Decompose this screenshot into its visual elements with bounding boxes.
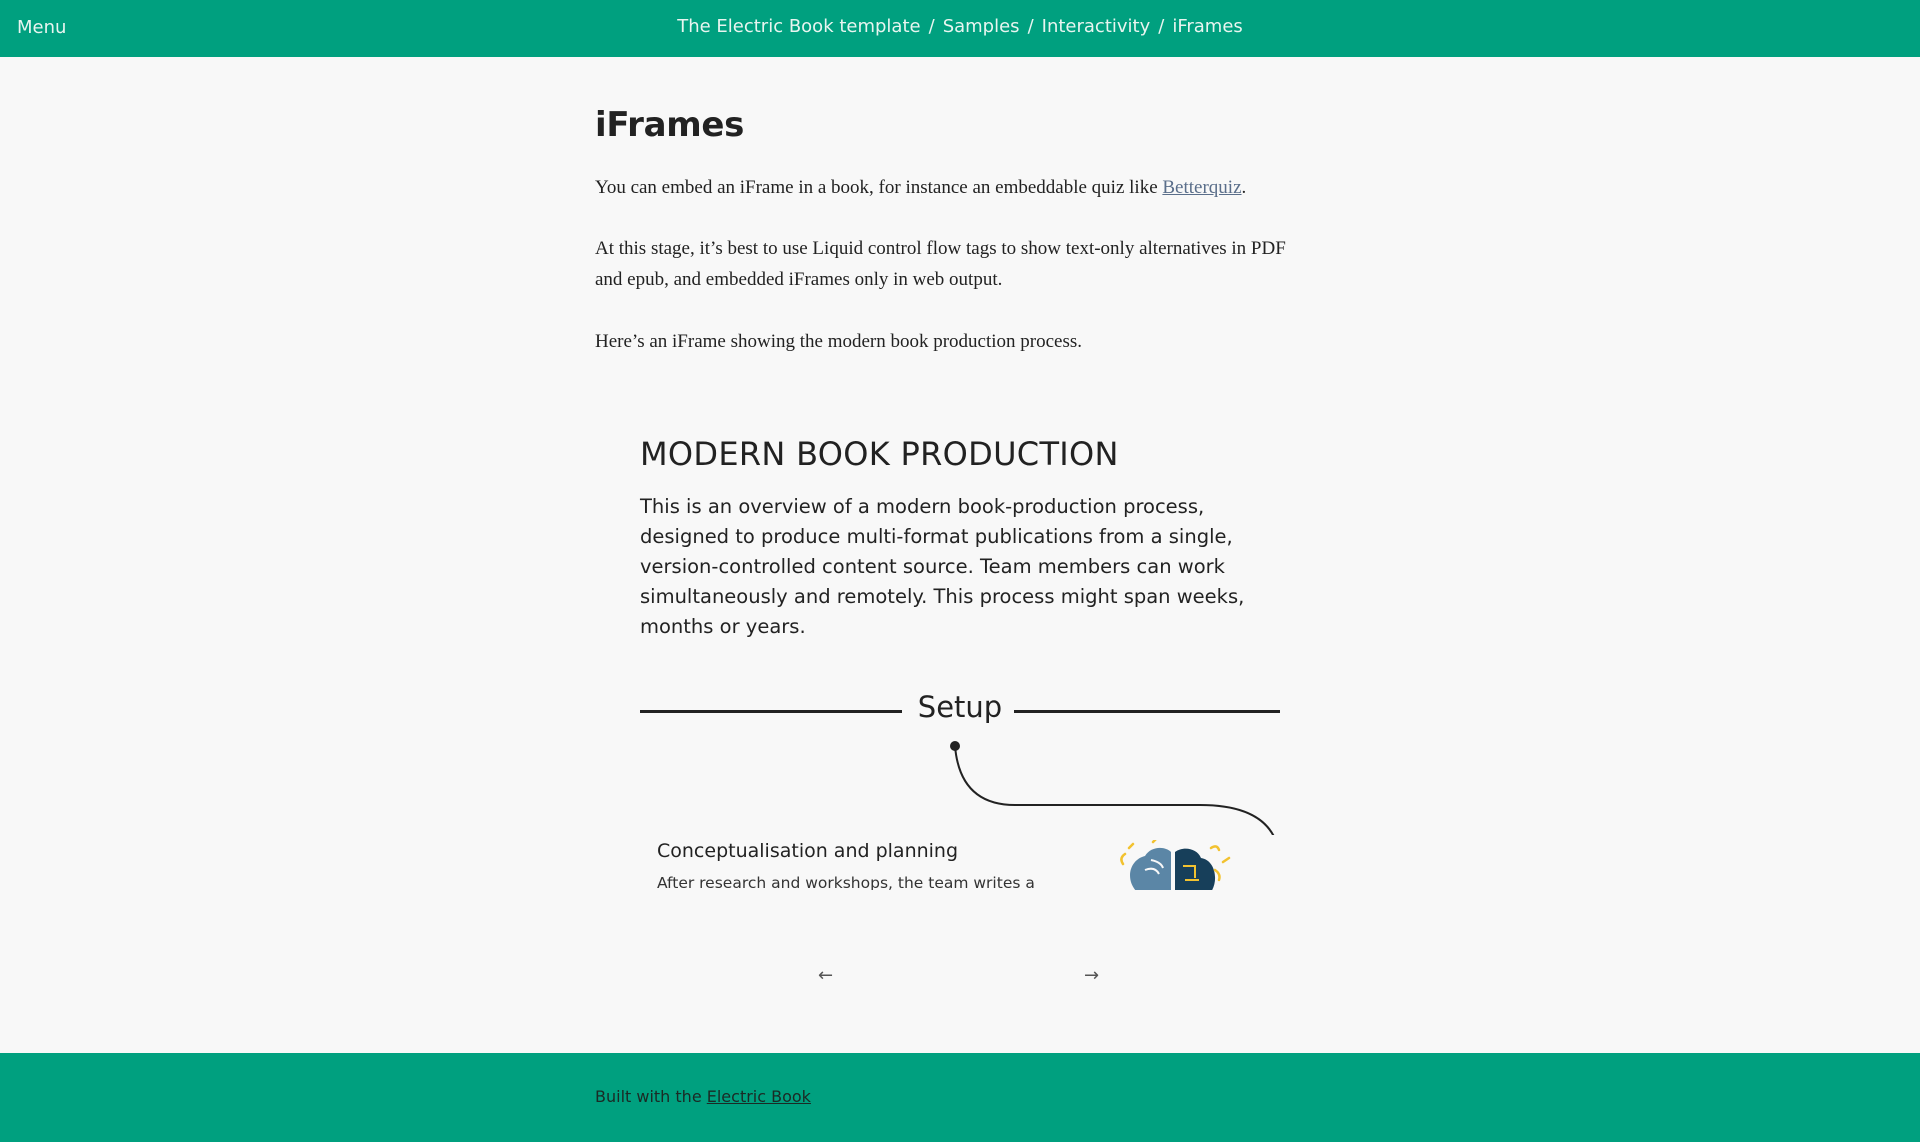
iframe-intro: This is an overview of a modern book-pro… [640, 495, 1245, 638]
breadcrumb-samples[interactable]: Samples [943, 16, 1020, 37]
breadcrumb-interactivity[interactable]: Interactivity [1042, 16, 1151, 37]
intro-paragraph: You can embed an iFrame in a book, for i… [595, 172, 1295, 203]
iframe-heading: MODERN BOOK PRODUCTION [640, 435, 1119, 473]
card-text: After research and workshops, the team w… [657, 874, 1035, 890]
previous-page-arrow[interactable]: ← [818, 965, 833, 986]
brain-icon [1120, 840, 1231, 890]
electric-book-link[interactable]: Electric Book [707, 1087, 811, 1106]
page-title: iFrames [595, 105, 745, 145]
paragraph-text: . [1241, 177, 1247, 198]
breadcrumb-current: iFrames [1172, 16, 1243, 37]
breadcrumb-separator: / [1158, 16, 1165, 37]
embedded-iframe[interactable]: MODERN BOOK PRODUCTION This is an overvi… [595, 400, 1305, 890]
breadcrumb-home[interactable]: The Electric Book template [677, 16, 920, 37]
breadcrumb-separator: / [1027, 16, 1034, 37]
main-content: iFrames You can embed an iFrame in a boo… [595, 105, 1295, 357]
footer-credit: Built with the Electric Book [595, 1087, 811, 1106]
paragraph-text: You can embed an iFrame in a book, for i… [595, 177, 1163, 198]
section-divider: Setup [640, 690, 1280, 730]
timeline-connector [950, 741, 1275, 835]
iframe-intro-paragraph: Here’s an iFrame showing the modern book… [595, 331, 1083, 352]
betterquiz-link[interactable]: Betterquiz [1162, 177, 1241, 198]
breadcrumb-separator: / [928, 16, 935, 37]
section-label-setup: Setup [917, 690, 1003, 724]
next-page-arrow[interactable]: → [1084, 965, 1099, 986]
card-title: Conceptualisation and planning [657, 840, 959, 862]
divider-line-right [1014, 710, 1280, 713]
footer-credit-text: Built with the [595, 1087, 707, 1106]
footer: Built with the Electric Book [0, 1053, 1920, 1142]
breadcrumb: The Electric Book template / Samples / Inter… [0, 16, 1920, 37]
top-navigation-bar: Menu The Electric Book template / Samples /… [0, 0, 1920, 57]
page-navigation: ← → [0, 965, 1920, 995]
timeline-path [954, 745, 1275, 835]
liquid-paragraph: At this stage, it’s best to use Liquid c… [595, 238, 1286, 290]
